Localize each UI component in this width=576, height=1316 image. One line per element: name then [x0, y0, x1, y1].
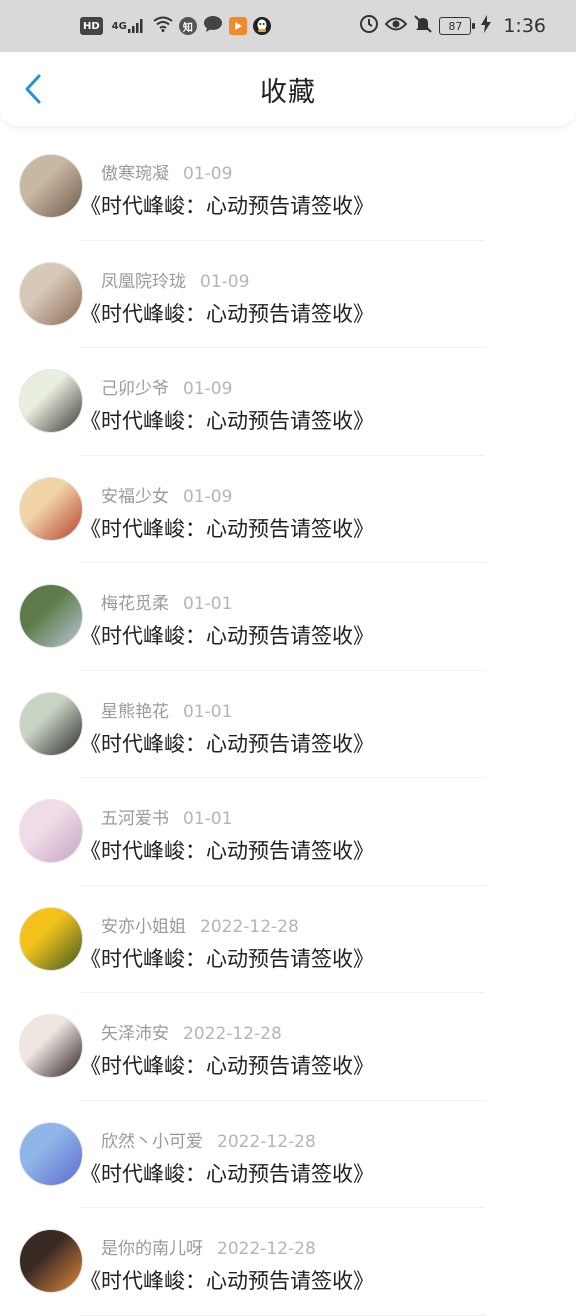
item-title[interactable]: 《时代峰峻：心动预告请签收》 [80, 620, 374, 650]
charging-icon [481, 15, 492, 37]
item-date: 01-01 [183, 809, 233, 829]
item-date: 01-09 [183, 486, 233, 507]
list-item[interactable]: 是你的南儿呀 2022-12-28 《时代峰峻：心动预告请签收》 [19, 1208, 486, 1316]
nav-header: 收藏 [0, 52, 576, 126]
username[interactable]: 欣然丶小可爱 [101, 1132, 203, 1152]
username[interactable]: 星熊艳花 [101, 702, 169, 722]
username[interactable]: 凤凰院玲珑 [101, 272, 186, 292]
username[interactable]: 梅花觅柔 [101, 594, 169, 614]
avatar[interactable] [19, 1014, 83, 1078]
item-date: 01-09 [183, 379, 233, 399]
item-title[interactable]: 《时代峰峻：心动预告请签收》 [80, 943, 374, 973]
username[interactable]: 矢泽沛安 [101, 1024, 169, 1044]
eye-icon [384, 16, 408, 36]
item-meta: 己卯少爷 01-09 [101, 374, 232, 399]
chevron-left-icon [25, 74, 41, 104]
avatar[interactable] [19, 1229, 83, 1293]
item-meta: 星熊艳花 01-01 [101, 697, 232, 722]
item-meta: 安亦小姐姐 2022-12-28 [101, 912, 299, 937]
avatar[interactable] [19, 154, 83, 218]
username[interactable]: 安福少女 [101, 487, 169, 507]
item-title[interactable]: 《时代峰峻：心动预告请签收》 [80, 405, 374, 435]
clock: 1:36 [503, 15, 546, 37]
avatar[interactable] [19, 1121, 83, 1186]
alarm-icon [359, 14, 379, 38]
username[interactable]: 五河爱书 [101, 809, 169, 829]
list-item[interactable]: 五河爱书 01-01 《时代峰峻：心动预告请签收》 [19, 778, 486, 886]
back-button[interactable] [18, 74, 48, 104]
item-title[interactable]: 《时代峰峻：心动预告请签收》 [80, 728, 374, 758]
username[interactable]: 是你的南儿呀 [101, 1239, 203, 1259]
favorites-list[interactable]: 傲寒琬凝 01-09 《时代峰峻：心动预告请签收》 凤凰院玲珑 01-09 《时代峰峻：心… [0, 133, 576, 1316]
wifi-icon [153, 16, 173, 36]
list-item[interactable]: 欣然丶小可爱 2022-12-28 《时代峰峻：心动预告请签收》 [19, 1101, 486, 1208]
avatar[interactable] [19, 261, 83, 326]
item-date: 2022-12-28 [217, 1239, 316, 1259]
avatar[interactable] [19, 799, 83, 863]
item-date: 01-01 [183, 594, 233, 614]
status-bar-left: HD 4G 知 [80, 15, 271, 37]
hd-icon: HD [80, 17, 103, 35]
username[interactable]: 傲寒琬凝 [101, 164, 169, 184]
list-item[interactable]: 安亦小姐姐 2022-12-28 《时代峰峻：心动预告请签收》 [19, 886, 486, 993]
item-meta: 傲寒琬凝 01-09 [101, 159, 232, 184]
list-item[interactable]: 傲寒琬凝 01-09 《时代峰峻：心动预告请签收》 [19, 133, 486, 241]
item-title[interactable]: 《时代峰峻：心动预告请签收》 [80, 1265, 374, 1295]
list-item[interactable]: 安福少女 01-09 《时代峰峻：心动预告请签收》 [19, 456, 486, 563]
avatar[interactable] [19, 369, 83, 433]
item-date: 01-09 [200, 271, 250, 292]
avatar[interactable] [19, 906, 83, 971]
item-title[interactable]: 《时代峰峻：心动预告请签收》 [80, 1050, 374, 1080]
item-meta: 梅花觅柔 01-01 [101, 589, 232, 614]
list-item[interactable]: 梅花觅柔 01-01 《时代峰峻：心动预告请签收》 [19, 563, 486, 671]
battery-icon: 87 [439, 17, 476, 35]
mute-icon [413, 14, 433, 38]
item-meta: 五河爱书 01-01 [101, 804, 232, 829]
item-title[interactable]: 《时代峰峻：心动预告请签收》 [80, 190, 374, 220]
qq-icon [252, 17, 271, 35]
username[interactable]: 己卯少爷 [101, 379, 169, 399]
item-meta: 安福少女 01-09 [101, 482, 232, 507]
item-date: 2022-12-28 [183, 1024, 282, 1044]
avatar[interactable] [19, 584, 83, 648]
signal-4g-icon: 4G [109, 17, 147, 35]
item-title[interactable]: 《时代峰峻：心动预告请签收》 [80, 1158, 374, 1188]
avatar[interactable] [19, 691, 83, 756]
item-meta: 欣然丶小可爱 2022-12-28 [101, 1127, 316, 1152]
list-item[interactable]: 己卯少爷 01-09 《时代峰峻：心动预告请签收》 [19, 348, 486, 456]
item-meta: 矢泽沛安 2022-12-28 [101, 1019, 282, 1044]
list-item[interactable]: 星熊艳花 01-01 《时代峰峻：心动预告请签收》 [19, 671, 486, 778]
username[interactable]: 安亦小姐姐 [101, 917, 186, 937]
zhihu-icon: 知 [178, 17, 197, 35]
item-date: 2022-12-28 [217, 1131, 316, 1152]
item-title[interactable]: 《时代峰峻：心动预告请签收》 [80, 298, 374, 328]
avatar[interactable] [19, 476, 83, 541]
list-item[interactable]: 凤凰院玲珑 01-09 《时代峰峻：心动预告请签收》 [19, 241, 486, 348]
page-title: 收藏 [260, 76, 316, 108]
item-title[interactable]: 《时代峰峻：心动预告请签收》 [80, 835, 374, 865]
list-item[interactable]: 矢泽沛安 2022-12-28 《时代峰峻：心动预告请签收》 [19, 993, 486, 1101]
status-bar-right: 87 1:36 [359, 14, 546, 38]
item-date: 01-09 [183, 164, 233, 184]
video-app-icon [228, 17, 247, 35]
message-icon [203, 15, 223, 37]
item-date: 2022-12-28 [200, 916, 299, 937]
item-date: 01-01 [183, 701, 233, 722]
status-bar: HD 4G 知 87 1:36 [0, 0, 576, 52]
item-meta: 凤凰院玲珑 01-09 [101, 267, 249, 292]
item-meta: 是你的南儿呀 2022-12-28 [101, 1234, 316, 1259]
item-title[interactable]: 《时代峰峻：心动预告请签收》 [80, 513, 374, 543]
